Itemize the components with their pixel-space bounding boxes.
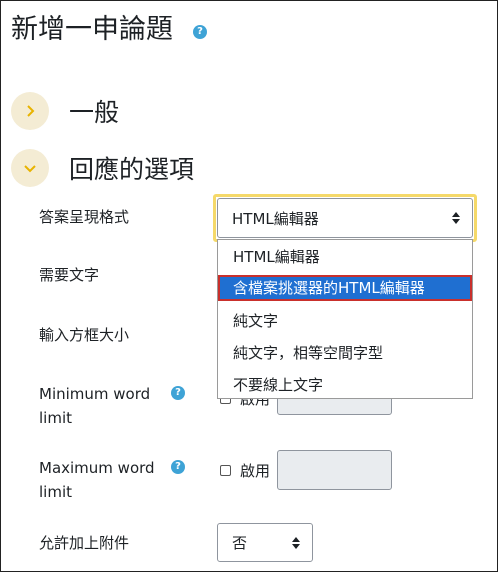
max-word-label-line1: Maximum word (39, 459, 155, 477)
select-arrows-icon (292, 536, 300, 549)
format-option[interactable]: 純文字，相等空間字型 (218, 340, 472, 366)
page-title: 新增一申論題 ? (11, 13, 207, 47)
section-general-title: 一般 (69, 98, 120, 127)
required-label: 需要文字 (39, 266, 100, 284)
format-option[interactable]: HTML編輯器 (218, 244, 472, 270)
attachments-select[interactable]: 否 (217, 523, 313, 562)
page-frame: 新增一申論題 ? 一般 回應的選項 答案呈現格式 HTML編輯器 需要文字 輸入… (0, 0, 498, 572)
max-word-help-icon[interactable]: ? (171, 460, 185, 474)
max-word-label-line2: limit (39, 483, 72, 501)
select-arrows-icon (452, 212, 460, 224)
max-word-input[interactable] (277, 450, 392, 490)
attachments-label: 允許加上附件 (39, 534, 130, 552)
help-icon[interactable]: ? (193, 25, 207, 39)
section-response-title: 回應的選項 (69, 155, 195, 184)
section-response-header[interactable]: 回應的選項 (11, 146, 194, 190)
max-word-enable-label: 啟用 (240, 462, 271, 480)
min-word-help-icon[interactable]: ? (171, 386, 185, 400)
format-option[interactable]: 純文字 (218, 308, 472, 334)
format-label: 答案呈現格式 (39, 208, 130, 226)
format-select[interactable]: HTML編輯器 (217, 198, 473, 238)
min-word-label: Minimum word limit (39, 382, 150, 430)
format-option-selected[interactable]: 含檔案挑選器的HTML編輯器 (218, 275, 472, 301)
min-word-label-line1: Minimum word (39, 385, 151, 403)
format-select-value: HTML編輯器 (232, 209, 319, 228)
chevron-down-icon[interactable] (11, 149, 49, 187)
section-general-header[interactable]: 一般 (11, 89, 119, 133)
max-word-enable-checkbox[interactable] (220, 465, 231, 476)
format-dropdown-list: HTML編輯器 含檔案挑選器的HTML編輯器 純文字 純文字，相等空間字型 不要… (217, 239, 473, 399)
input-size-label: 輸入方框大小 (39, 326, 130, 344)
attachments-select-value: 否 (232, 534, 248, 552)
format-option[interactable]: 不要線上文字 (218, 372, 472, 398)
min-word-label-line2: limit (39, 409, 72, 427)
max-word-label: Maximum word limit (39, 456, 155, 504)
page-title-text: 新增一申論題 (11, 14, 173, 45)
chevron-right-icon[interactable] (11, 92, 49, 130)
